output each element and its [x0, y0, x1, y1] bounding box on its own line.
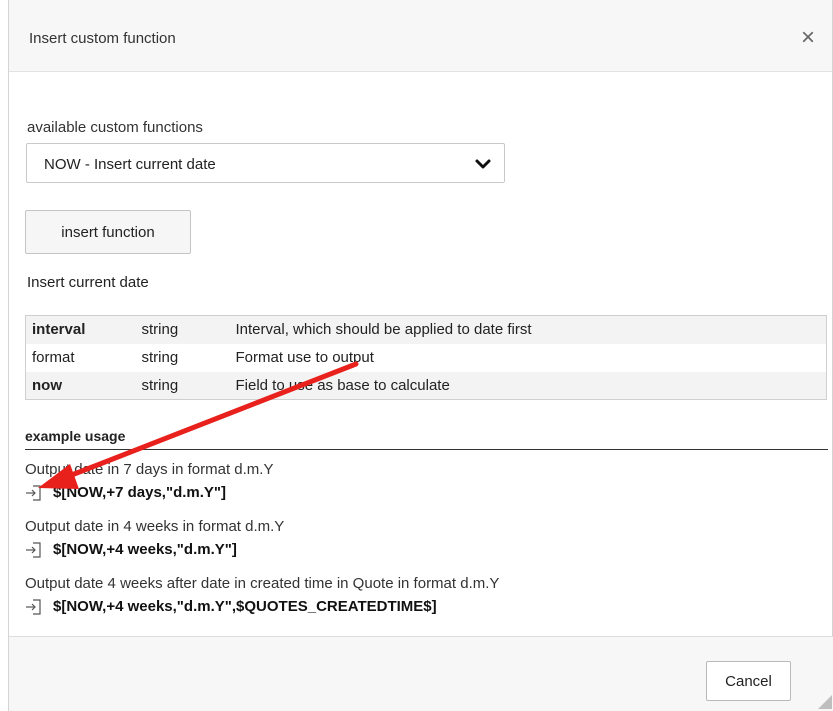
- table-row: interval string Interval, which should b…: [25, 315, 827, 344]
- table-row: now string Field to use as base to calcu…: [25, 371, 827, 400]
- example-usage-heading: example usage: [25, 428, 828, 450]
- example-insert-link[interactable]: $[NOW,+4 weeks,"d.m.Y"]: [25, 538, 284, 562]
- param-type: string: [135, 371, 230, 400]
- example-item: Output date 4 weeks after date in create…: [25, 573, 499, 619]
- example-code: $[NOW,+4 weeks,"d.m.Y"]: [53, 541, 237, 558]
- example-description: Output date in 4 weeks in format d.m.Y: [25, 518, 285, 535]
- custom-function-dialog: Insert custom function × available custo…: [8, 0, 833, 711]
- example-insert-link[interactable]: $[NOW,+7 days,"d.m.Y"]: [25, 481, 273, 505]
- parameters-table: interval string Interval, which should b…: [25, 315, 827, 400]
- example-insert-link[interactable]: $[NOW,+4 weeks,"d.m.Y",$QUOTES_CREATEDTI…: [25, 595, 499, 619]
- table-row: format string Format use to output: [25, 343, 827, 372]
- example-code: $[NOW,+4 weeks,"d.m.Y",$QUOTES_CREATEDTI…: [53, 598, 437, 615]
- insert-into-icon: [26, 599, 41, 615]
- functions-label: available custom functions: [27, 119, 203, 136]
- insert-into-icon: [26, 485, 41, 501]
- dialog-header: Insert custom function ×: [9, 0, 832, 72]
- cancel-button[interactable]: Cancel: [706, 661, 791, 701]
- example-item: Output date in 7 days in format d.m.Y $[…: [25, 459, 273, 505]
- dialog-footer: Cancel: [9, 636, 833, 711]
- param-description: Format use to output: [229, 343, 827, 372]
- example-description: Output date in 7 days in format d.m.Y: [25, 461, 274, 478]
- function-select[interactable]: NOW - Insert current date: [26, 143, 505, 183]
- param-type: string: [135, 343, 230, 372]
- param-type: string: [135, 315, 230, 344]
- dialog-title: Insert custom function: [29, 30, 176, 47]
- param-name: now: [25, 371, 136, 400]
- example-code: $[NOW,+7 days,"d.m.Y"]: [53, 484, 227, 501]
- insert-into-icon: [26, 542, 41, 558]
- close-icon[interactable]: ×: [796, 26, 820, 50]
- function-description: Insert current date: [27, 274, 149, 291]
- param-description: Interval, which should be applied to dat…: [229, 315, 827, 344]
- selected-function: NOW - Insert current date: [44, 156, 216, 173]
- param-name: interval: [25, 315, 136, 344]
- param-name: format: [25, 343, 136, 372]
- chevron-down-icon: [475, 159, 491, 169]
- example-item: Output date in 4 weeks in format d.m.Y $…: [25, 516, 284, 562]
- param-description: Field to use as base to calculate: [229, 371, 827, 400]
- example-description: Output date 4 weeks after date in create…: [25, 575, 500, 592]
- resize-grip-icon[interactable]: [818, 695, 832, 709]
- insert-function-button[interactable]: insert function: [25, 210, 191, 254]
